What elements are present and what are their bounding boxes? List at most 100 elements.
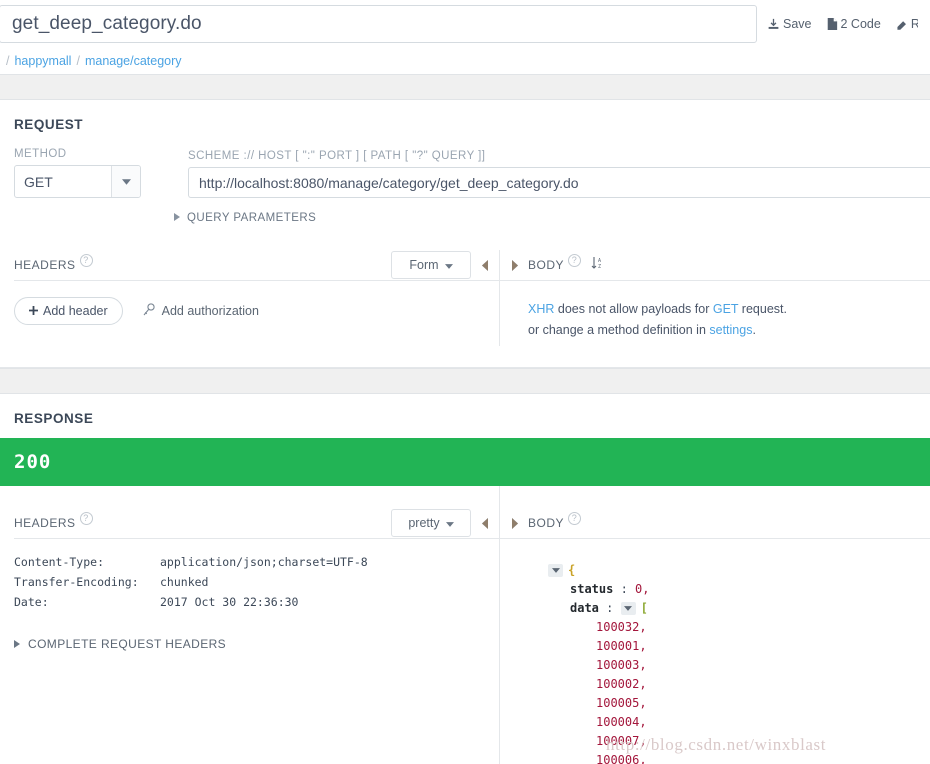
request-body-title: BODY xyxy=(528,258,565,272)
request-headers-pane: HEADERS ? Form Add header Add authorizat… xyxy=(0,250,499,346)
breadcrumb-separator: / xyxy=(76,54,80,68)
method-select[interactable]: GET xyxy=(14,165,141,198)
breadcrumb-item-manage-category[interactable]: manage/category xyxy=(85,54,182,68)
help-icon[interactable]: ? xyxy=(568,512,582,525)
url-label: SCHEME :// HOST [ ":" PORT ] [ PATH [ "?… xyxy=(188,150,486,162)
header-key: Transfer-Encoding: xyxy=(14,575,139,589)
xhr-message-mid: does not allow payloads for xyxy=(554,302,713,316)
response-headers-table: Content-Type: application/json;charset=U… xyxy=(14,555,368,615)
request-headers-title: HEADERS xyxy=(14,258,76,272)
reset-label: Re xyxy=(910,17,918,31)
code-label: 2 Code xyxy=(840,17,881,31)
svg-text:Z: Z xyxy=(598,264,601,270)
json-key-data: data xyxy=(570,601,599,615)
json-open-bracket: [ xyxy=(640,601,648,615)
response-panes: HEADERS ? pretty Content-Type: applicati… xyxy=(0,486,930,764)
response-body-title-group: BODY ? xyxy=(528,512,582,530)
add-authorization-label: Add authorization xyxy=(161,304,259,318)
titlebar-actions: Save 2 Code Re xyxy=(767,17,918,31)
method-value: GET xyxy=(24,173,53,190)
request-headers-title-group: HEADERS ? xyxy=(14,254,93,272)
reset-button[interactable]: Re xyxy=(895,17,918,31)
json-array-item: 100004, xyxy=(596,715,647,729)
xhr-link[interactable]: XHR xyxy=(528,302,554,316)
expand-right-button[interactable] xyxy=(500,259,528,271)
breadcrumb-item-happymall[interactable]: happymall xyxy=(14,54,71,68)
help-icon[interactable]: ? xyxy=(568,254,582,267)
collapse-triangle-icon[interactable] xyxy=(548,564,563,577)
table-row: Date: 2017 Oct 30 22:36:30 xyxy=(14,595,368,615)
request-name-input[interactable]: get_deep_category.do xyxy=(0,5,757,43)
json-status-line: status : 0, xyxy=(548,580,930,599)
collapse-left-button[interactable] xyxy=(471,517,499,529)
code-button[interactable]: 2 Code xyxy=(826,17,881,31)
url-value: http://localhost:8080/manage/category/ge… xyxy=(199,174,579,191)
add-header-button[interactable]: Add header xyxy=(14,297,123,325)
json-viewer: { status : 0, data : [ 100032, 100001, 1… xyxy=(500,561,930,764)
collapse-triangle-icon[interactable] xyxy=(620,602,636,615)
json-array-item: 100005, xyxy=(596,696,647,710)
header-value: application/json;charset=UTF-8 xyxy=(160,555,368,569)
expand-right-button[interactable] xyxy=(500,517,528,529)
xhr-message-line2-pre: or change a method definition in xyxy=(528,323,710,337)
json-array-item: 100001, xyxy=(596,639,647,653)
complete-request-headers-label: COMPLETE REQUEST HEADERS xyxy=(28,637,227,651)
response-headers-head: HEADERS ? pretty xyxy=(14,508,499,538)
xhr-message-line2-post: . xyxy=(752,323,756,337)
response-headers-title: HEADERS xyxy=(14,516,76,530)
response-headers-pane: HEADERS ? pretty Content-Type: applicati… xyxy=(0,486,499,764)
request-headers-mode-value: Form xyxy=(409,258,439,272)
url-field: SCHEME :// HOST [ ":" PORT ] [ PATH [ "?… xyxy=(188,150,930,198)
response-body-rule xyxy=(500,538,930,539)
settings-link[interactable]: settings xyxy=(709,323,752,337)
method-label: METHOD xyxy=(14,148,67,160)
breadcrumb-separator: / xyxy=(6,54,10,68)
json-root-open: { xyxy=(548,561,930,580)
help-icon[interactable]: ? xyxy=(79,512,93,525)
save-button[interactable]: Save xyxy=(767,17,812,31)
chevron-down-icon[interactable] xyxy=(111,166,140,197)
section-band-top xyxy=(0,74,930,100)
url-input[interactable]: http://localhost:8080/manage/category/ge… xyxy=(188,167,930,198)
table-row: Content-Type: application/json;charset=U… xyxy=(14,555,368,575)
json-open-brace: { xyxy=(568,563,576,577)
json-array-item: 100006, xyxy=(596,753,647,764)
request-headers-head: HEADERS ? Form xyxy=(14,250,499,280)
json-array-item: 100003, xyxy=(596,658,647,672)
add-authorization-button[interactable]: Add authorization xyxy=(143,303,259,319)
request-body-head: BODY ? A Z xyxy=(500,250,930,280)
query-parameters-label: QUERY PARAMETERS xyxy=(187,212,317,224)
request-section: METHOD GET SCHEME :// HOST [ ":" PORT ] … xyxy=(0,148,930,224)
sort-alpha-asc-icon[interactable]: A Z xyxy=(591,256,605,273)
collapse-left-button[interactable] xyxy=(471,259,499,271)
breadcrumb: / happymall / manage/category xyxy=(0,48,930,74)
response-headers-title-group: HEADERS ? xyxy=(14,512,93,530)
eraser-icon xyxy=(895,18,908,31)
save-icon xyxy=(767,18,780,31)
request-body-rule xyxy=(500,280,930,281)
json-array-item: 100007, xyxy=(596,734,647,748)
xhr-method-link[interactable]: GET xyxy=(713,302,738,316)
header-key: Content-Type: xyxy=(14,555,105,569)
response-headers-mode-value: pretty xyxy=(408,516,440,530)
request-name-value: get_deep_category.do xyxy=(12,13,202,34)
header-key: Date: xyxy=(14,595,49,609)
titlebar: get_deep_category.do Save 2 Code R xyxy=(0,0,930,48)
request-body-pane: BODY ? A Z XHR does not allow payloads f… xyxy=(500,250,930,346)
json-data-line: data : [ xyxy=(548,599,930,618)
json-value-status: 0, xyxy=(635,582,650,596)
json-key-status: status xyxy=(570,582,614,596)
help-icon[interactable]: ? xyxy=(79,254,93,267)
response-headers-mode-select[interactable]: pretty xyxy=(391,509,471,537)
response-body-pane: BODY ? { status : 0, data : [100032, 10… xyxy=(500,486,930,764)
save-label: Save xyxy=(783,17,812,31)
section-band-middle xyxy=(0,368,930,394)
request-headers-mode-select[interactable]: Form xyxy=(391,251,471,279)
query-parameters-toggle[interactable]: QUERY PARAMETERS xyxy=(174,212,930,224)
complete-request-headers-toggle[interactable]: COMPLETE REQUEST HEADERS xyxy=(14,637,499,651)
xhr-message-line2: or change a method definition in setting… xyxy=(528,320,930,341)
header-value: 2017 Oct 30 22:36:30 xyxy=(160,595,299,609)
chevron-down-icon xyxy=(445,516,454,530)
response-body-head: BODY ? xyxy=(500,508,930,538)
method-url-row: METHOD GET SCHEME :// HOST [ ":" PORT ] … xyxy=(14,148,930,198)
